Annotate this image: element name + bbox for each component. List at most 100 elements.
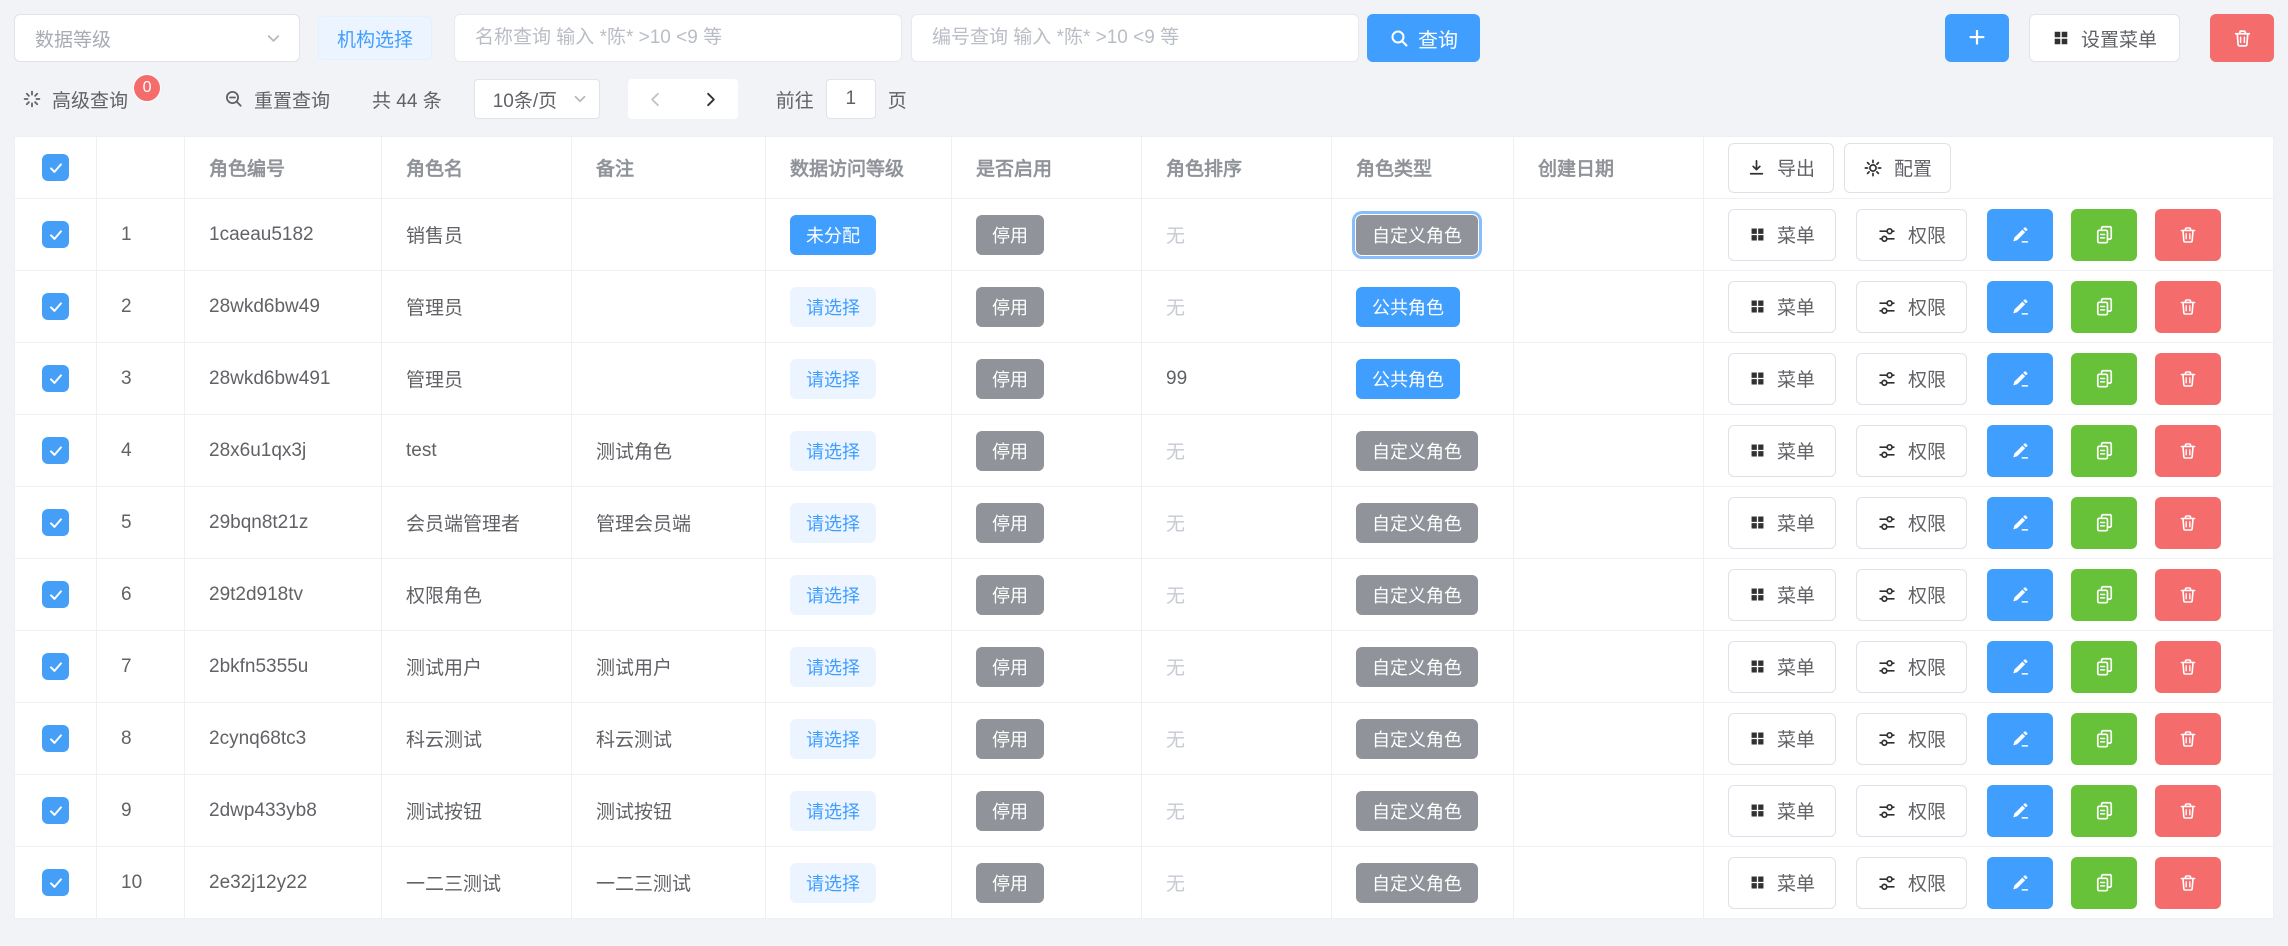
config-button[interactable]: 配置 bbox=[1844, 143, 1951, 193]
row-copy-button[interactable] bbox=[2071, 209, 2137, 261]
access-badge[interactable]: 请选择 bbox=[790, 503, 876, 543]
row-permission-button[interactable]: 权限 bbox=[1856, 785, 1967, 837]
row-permission-button[interactable]: 权限 bbox=[1856, 857, 1967, 909]
advanced-query-button[interactable]: 高级查询 0 bbox=[22, 86, 128, 113]
role-type-badge[interactable]: 自定义角色 bbox=[1356, 215, 1478, 255]
prev-page-button[interactable] bbox=[646, 90, 665, 109]
data-level-select[interactable]: 数据等级 bbox=[14, 14, 300, 62]
row-edit-button[interactable] bbox=[1987, 785, 2053, 837]
row-edit-button[interactable] bbox=[1987, 281, 2053, 333]
role-type-badge[interactable]: 自定义角色 bbox=[1356, 719, 1478, 759]
role-type-badge[interactable]: 自定义角色 bbox=[1356, 863, 1478, 903]
code-search-input[interactable] bbox=[911, 14, 1359, 62]
row-delete-button[interactable] bbox=[2155, 425, 2221, 477]
row-delete-button[interactable] bbox=[2155, 353, 2221, 405]
access-badge[interactable]: 请选择 bbox=[790, 791, 876, 831]
row-copy-button[interactable] bbox=[2071, 569, 2137, 621]
row-copy-button[interactable] bbox=[2071, 425, 2137, 477]
row-menu-button[interactable]: 菜单 bbox=[1728, 785, 1836, 837]
row-edit-button[interactable] bbox=[1987, 569, 2053, 621]
row-delete-button[interactable] bbox=[2155, 641, 2221, 693]
access-badge[interactable]: 请选择 bbox=[790, 647, 876, 687]
row-menu-button[interactable]: 菜单 bbox=[1728, 497, 1836, 549]
row-delete-button[interactable] bbox=[2155, 713, 2221, 765]
row-menu-button[interactable]: 菜单 bbox=[1728, 641, 1836, 693]
row-edit-button[interactable] bbox=[1987, 497, 2053, 549]
row-menu-button[interactable]: 菜单 bbox=[1728, 857, 1836, 909]
row-delete-button[interactable] bbox=[2155, 857, 2221, 909]
row-permission-button[interactable]: 权限 bbox=[1856, 641, 1967, 693]
access-badge[interactable]: 请选择 bbox=[790, 287, 876, 327]
row-edit-button[interactable] bbox=[1987, 713, 2053, 765]
role-type-badge[interactable]: 自定义角色 bbox=[1356, 791, 1478, 831]
row-menu-button[interactable]: 菜单 bbox=[1728, 281, 1836, 333]
role-type-badge[interactable]: 自定义角色 bbox=[1356, 575, 1478, 615]
access-badge[interactable]: 请选择 bbox=[790, 575, 876, 615]
enabled-badge[interactable]: 停用 bbox=[976, 719, 1044, 759]
enabled-badge[interactable]: 停用 bbox=[976, 287, 1044, 327]
enabled-badge[interactable]: 停用 bbox=[976, 647, 1044, 687]
row-menu-button[interactable]: 菜单 bbox=[1728, 353, 1836, 405]
access-badge[interactable]: 请选择 bbox=[790, 431, 876, 471]
access-badge[interactable]: 请选择 bbox=[790, 863, 876, 903]
select-all-checkbox[interactable] bbox=[42, 154, 69, 181]
row-edit-button[interactable] bbox=[1987, 641, 2053, 693]
row-delete-button[interactable] bbox=[2155, 785, 2221, 837]
row-menu-button[interactable]: 菜单 bbox=[1728, 209, 1836, 261]
row-checkbox[interactable] bbox=[42, 509, 69, 536]
row-permission-button[interactable]: 权限 bbox=[1856, 209, 1967, 261]
row-delete-button[interactable] bbox=[2155, 569, 2221, 621]
row-checkbox[interactable] bbox=[42, 725, 69, 752]
row-copy-button[interactable] bbox=[2071, 785, 2137, 837]
row-permission-button[interactable]: 权限 bbox=[1856, 497, 1967, 549]
role-type-badge[interactable]: 公共角色 bbox=[1356, 287, 1460, 327]
role-type-badge[interactable]: 自定义角色 bbox=[1356, 431, 1478, 471]
row-permission-button[interactable]: 权限 bbox=[1856, 281, 1967, 333]
row-copy-button[interactable] bbox=[2071, 353, 2137, 405]
access-badge[interactable]: 未分配 bbox=[790, 215, 876, 255]
enabled-badge[interactable]: 停用 bbox=[976, 503, 1044, 543]
batch-delete-button[interactable] bbox=[2210, 14, 2274, 62]
row-checkbox[interactable] bbox=[42, 221, 69, 248]
goto-page-input[interactable] bbox=[826, 79, 876, 119]
row-copy-button[interactable] bbox=[2071, 857, 2137, 909]
row-copy-button[interactable] bbox=[2071, 497, 2137, 549]
row-copy-button[interactable] bbox=[2071, 713, 2137, 765]
row-delete-button[interactable] bbox=[2155, 281, 2221, 333]
row-menu-button[interactable]: 菜单 bbox=[1728, 425, 1836, 477]
role-type-badge[interactable]: 公共角色 bbox=[1356, 359, 1460, 399]
access-badge[interactable]: 请选择 bbox=[790, 359, 876, 399]
role-type-badge[interactable]: 自定义角色 bbox=[1356, 647, 1478, 687]
org-select-button[interactable]: 机构选择 bbox=[318, 16, 432, 60]
row-checkbox[interactable] bbox=[42, 293, 69, 320]
menu-setting-button[interactable]: 设置菜单 bbox=[2029, 14, 2180, 62]
enabled-badge[interactable]: 停用 bbox=[976, 359, 1044, 399]
row-checkbox[interactable] bbox=[42, 869, 69, 896]
add-button[interactable]: + bbox=[1945, 14, 2009, 62]
row-copy-button[interactable] bbox=[2071, 281, 2137, 333]
row-edit-button[interactable] bbox=[1987, 209, 2053, 261]
row-edit-button[interactable] bbox=[1987, 353, 2053, 405]
row-permission-button[interactable]: 权限 bbox=[1856, 353, 1967, 405]
row-edit-button[interactable] bbox=[1987, 857, 2053, 909]
row-checkbox[interactable] bbox=[42, 581, 69, 608]
row-delete-button[interactable] bbox=[2155, 209, 2221, 261]
row-permission-button[interactable]: 权限 bbox=[1856, 425, 1967, 477]
page-size-select[interactable]: 10条/页 bbox=[474, 79, 600, 119]
row-delete-button[interactable] bbox=[2155, 497, 2221, 549]
enabled-badge[interactable]: 停用 bbox=[976, 215, 1044, 255]
row-checkbox[interactable] bbox=[42, 437, 69, 464]
role-type-badge[interactable]: 自定义角色 bbox=[1356, 503, 1478, 543]
enabled-badge[interactable]: 停用 bbox=[976, 431, 1044, 471]
row-menu-button[interactable]: 菜单 bbox=[1728, 569, 1836, 621]
access-badge[interactable]: 请选择 bbox=[790, 719, 876, 759]
row-permission-button[interactable]: 权限 bbox=[1856, 713, 1967, 765]
row-menu-button[interactable]: 菜单 bbox=[1728, 713, 1836, 765]
row-checkbox[interactable] bbox=[42, 797, 69, 824]
enabled-badge[interactable]: 停用 bbox=[976, 791, 1044, 831]
name-search-input[interactable] bbox=[454, 14, 902, 62]
row-permission-button[interactable]: 权限 bbox=[1856, 569, 1967, 621]
row-checkbox[interactable] bbox=[42, 653, 69, 680]
export-button[interactable]: 导出 bbox=[1728, 143, 1834, 193]
query-button[interactable]: 查询 bbox=[1367, 14, 1480, 62]
